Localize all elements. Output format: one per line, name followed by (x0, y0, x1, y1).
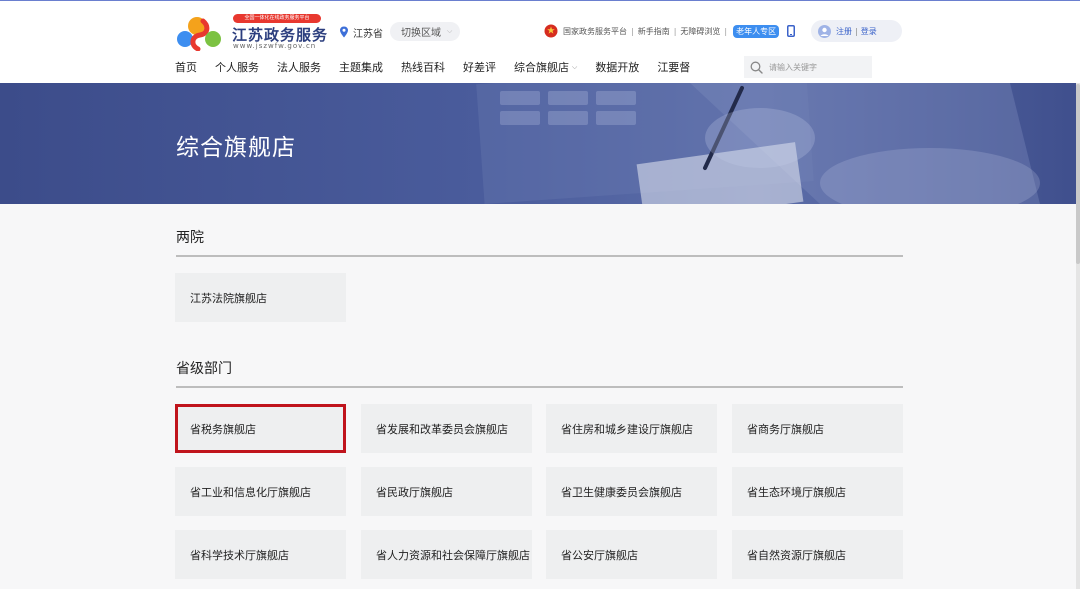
store-card-human-resources[interactable]: 省人力资源和社会保障厅旗舰店 (361, 530, 532, 579)
logo-badge: 全国一体化在线政务服务平台 (233, 14, 321, 23)
store-card-science-technology[interactable]: 省科学技术厅旗舰店 (175, 530, 346, 579)
nav-item-flagship[interactable]: 综合旗舰店 ⌵ (514, 59, 577, 75)
store-card-development-reform[interactable]: 省发展和改革委员会旗舰店 (361, 404, 532, 453)
pin-icon (340, 26, 348, 38)
nav-item-rating[interactable]: 好差评 (463, 59, 496, 75)
scrollbar-thumb[interactable] (1076, 84, 1080, 264)
auth-panel: 注册 | 登录 (811, 20, 902, 42)
accessibility-link[interactable]: 无障碍浏览 (680, 26, 720, 37)
store-card-court[interactable]: 江苏法院旗舰店 (175, 273, 346, 322)
switch-region-button[interactable]: 切换区域 ⌵ (390, 22, 460, 41)
chevron-down-icon: ⌵ (447, 27, 453, 35)
section-title-courts: 两院 (176, 230, 204, 246)
banner-background-image (476, 83, 1040, 204)
search-icon[interactable] (750, 61, 763, 74)
nav-item-flagship-label: 综合旗舰店 (514, 61, 569, 74)
phone-icon[interactable] (787, 25, 796, 37)
store-card-health[interactable]: 省卫生健康委员会旗舰店 (546, 467, 717, 516)
store-card-public-security[interactable]: 省公安厅旗舰店 (546, 530, 717, 579)
beginner-guide-link[interactable]: 新手指南 (638, 26, 670, 37)
user-icon (818, 24, 831, 38)
store-card-industry-it[interactable]: 省工业和信息化厅旗舰店 (175, 467, 346, 516)
region-label: 江苏省 (353, 28, 383, 40)
national-emblem-icon (544, 24, 558, 38)
switch-region-label: 切换区域 (401, 28, 441, 39)
site-header: 全国一体化在线政务服务平台 江苏政务服务 www.jszwfw.gov.cn 江… (0, 0, 1080, 83)
login-link[interactable]: 登录 (861, 26, 877, 37)
nav-item-personal[interactable]: 个人服务 (215, 59, 259, 75)
search-box (744, 56, 872, 78)
store-card-natural-resources[interactable]: 省自然资源厅旗舰店 (732, 530, 903, 579)
separator: | (855, 26, 858, 36)
section-title-provincial: 省级部门 (176, 361, 232, 377)
separator: | (673, 26, 677, 36)
separator: | (631, 26, 634, 36)
logo-mark-icon (177, 17, 221, 51)
nav-item-hotline[interactable]: 热线百科 (401, 59, 445, 75)
section-divider (176, 255, 903, 257)
nav-item-corporate[interactable]: 法人服务 (277, 59, 321, 75)
separator: | (724, 26, 728, 36)
nav-item-themes[interactable]: 主题集成 (339, 59, 383, 75)
store-card-ecology-environment[interactable]: 省生态环境厅旗舰店 (732, 467, 903, 516)
nav-item-home[interactable]: 首页 (175, 59, 197, 75)
search-input[interactable] (769, 62, 869, 72)
page-title: 综合旗舰店 (176, 135, 296, 161)
site-logo[interactable]: 全国一体化在线政务服务平台 江苏政务服务 www.jszwfw.gov.cn (176, 13, 327, 53)
store-card-tax[interactable]: 省税务旗舰店 (175, 404, 346, 453)
store-card-civil-affairs[interactable]: 省民政厅旗舰店 (361, 467, 532, 516)
current-region: 江苏省 (339, 23, 383, 41)
register-link[interactable]: 注册 (836, 26, 852, 37)
logo-url: www.jszwfw.gov.cn (233, 42, 317, 50)
store-card-commerce[interactable]: 省商务厅旗舰店 (732, 404, 903, 453)
senior-zone-button[interactable]: 老年人专区 (733, 24, 780, 38)
chevron-down-icon: ⌵ (572, 62, 578, 71)
nav-item-open-data[interactable]: 数据开放 (595, 59, 639, 75)
nav-item-supervision[interactable]: 江要督 (657, 59, 690, 75)
store-card-housing-construction[interactable]: 省住房和城乡建设厅旗舰店 (546, 404, 717, 453)
section-divider (176, 386, 903, 388)
top-links: 国家政务服务平台 | 新手指南 | 无障碍浏览 | 老年人专区 (544, 22, 796, 40)
page-banner: 综合旗舰店 (0, 83, 1080, 204)
national-platform-link[interactable]: 国家政务服务平台 (563, 26, 627, 37)
main-nav: 首页 个人服务 法人服务 主题集成 热线百科 好差评 综合旗舰店 ⌵ 数据开放 … (175, 56, 708, 78)
